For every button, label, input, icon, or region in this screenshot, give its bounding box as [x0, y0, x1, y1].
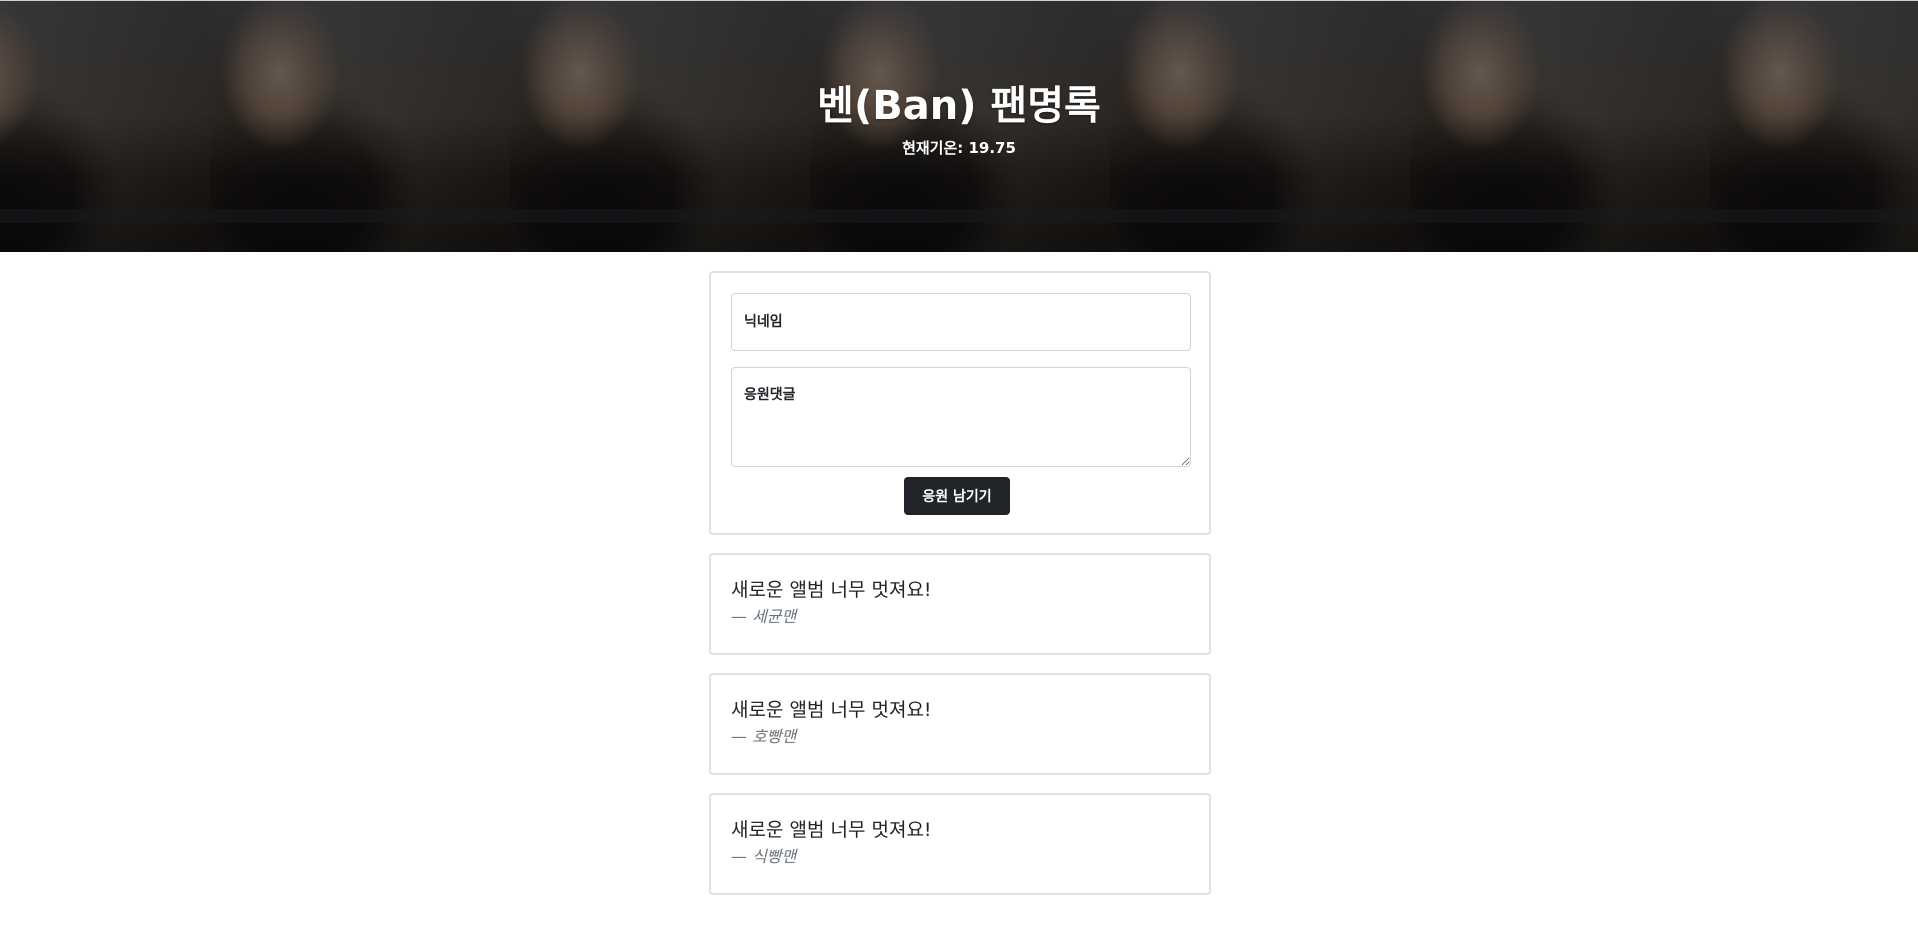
comment-card: 새로운 앨범 너무 멋져요! — 식빵맨 — [709, 793, 1211, 895]
comment-author: — 호빵맨 — [731, 727, 797, 746]
submit-comment-button[interactable]: 응원 남기기 — [904, 477, 1010, 515]
comment-text: 새로운 앨범 너무 멋져요! — [731, 579, 932, 601]
comment-author: — 세균맨 — [731, 607, 797, 626]
comment-textarea[interactable] — [731, 367, 1191, 467]
temperature-text: 현재기온: 19.75 — [902, 139, 1016, 157]
nickname-input[interactable] — [731, 293, 1191, 351]
comment-text: 새로운 앨범 너무 멋져요! — [731, 699, 932, 721]
comment-form: 응원 남기기 — [709, 271, 1211, 535]
comment-text: 새로운 앨범 너무 멋져요! — [731, 819, 932, 841]
comment-card: 새로운 앨범 너무 멋져요! — 세균맨 — [709, 553, 1211, 655]
comment-card: 새로운 앨범 너무 멋져요! — 호빵맨 — [709, 673, 1211, 775]
page-title: 벤(Ban) 팬명록 — [817, 83, 1101, 129]
comment-author: — 식빵맨 — [731, 847, 797, 866]
banner: 벤(Ban) 팬명록 현재기온: 19.75 — [0, 0, 1918, 252]
